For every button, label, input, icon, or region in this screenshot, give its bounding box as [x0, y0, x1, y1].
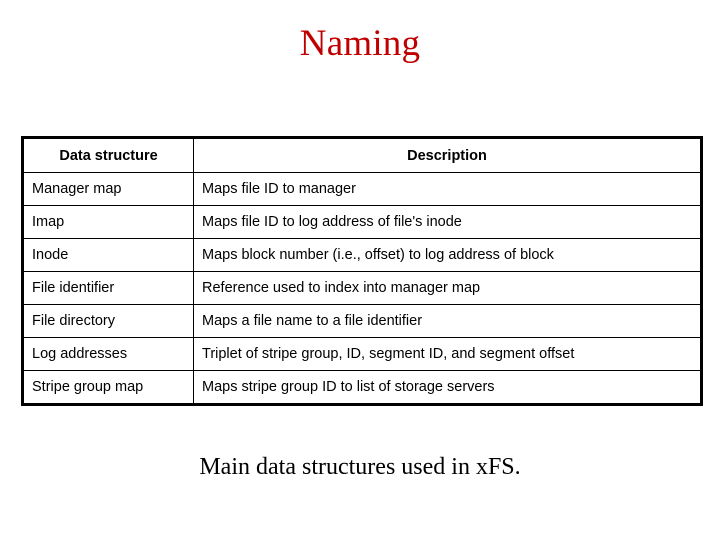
page-title: Naming: [299, 23, 421, 64]
data-structures-table-container: Data structure Description Manager map M…: [21, 136, 703, 406]
table-body: Manager map Maps file ID to manager Imap…: [22, 172, 702, 405]
table-header-row: Data structure Description: [22, 137, 702, 173]
column-header-data-structure: Data structure: [22, 137, 194, 173]
table-row: Manager map Maps file ID to manager: [22, 172, 702, 206]
cell-data-structure: Inode: [22, 238, 194, 272]
cell-data-structure: Stripe group map: [22, 370, 194, 405]
cell-description: Maps file ID to log address of file's in…: [193, 205, 702, 239]
cell-description: Maps block number (i.e., offset) to log …: [193, 238, 702, 272]
data-structures-table: Data structure Description Manager map M…: [21, 136, 703, 406]
cell-data-structure: File directory: [22, 304, 194, 338]
table-row: Stripe group map Maps stripe group ID to…: [22, 370, 702, 405]
table-row: Inode Maps block number (i.e., offset) t…: [22, 238, 702, 272]
cell-data-structure: Imap: [22, 205, 194, 239]
cell-description: Maps file ID to manager: [193, 172, 702, 206]
cell-description: Triplet of stripe group, ID, segment ID,…: [193, 337, 702, 371]
column-header-description: Description: [193, 137, 702, 173]
cell-data-structure: Manager map: [22, 172, 194, 206]
table-row: File identifier Reference used to index …: [22, 271, 702, 305]
slide-caption: Main data structures used in xFS.: [199, 454, 521, 480]
cell-data-structure: Log addresses: [22, 337, 194, 371]
cell-description: Reference used to index into manager map: [193, 271, 702, 305]
cell-description: Maps a file name to a file identifier: [193, 304, 702, 338]
table-row: File directory Maps a file name to a fil…: [22, 304, 702, 338]
table-row: Log addresses Triplet of stripe group, I…: [22, 337, 702, 371]
table-header: Data structure Description: [22, 137, 702, 173]
table-row: Imap Maps file ID to log address of file…: [22, 205, 702, 239]
cell-data-structure: File identifier: [22, 271, 194, 305]
slide-canvas: Naming Data structure Description Manage…: [0, 0, 720, 540]
cell-description: Maps stripe group ID to list of storage …: [193, 370, 702, 405]
